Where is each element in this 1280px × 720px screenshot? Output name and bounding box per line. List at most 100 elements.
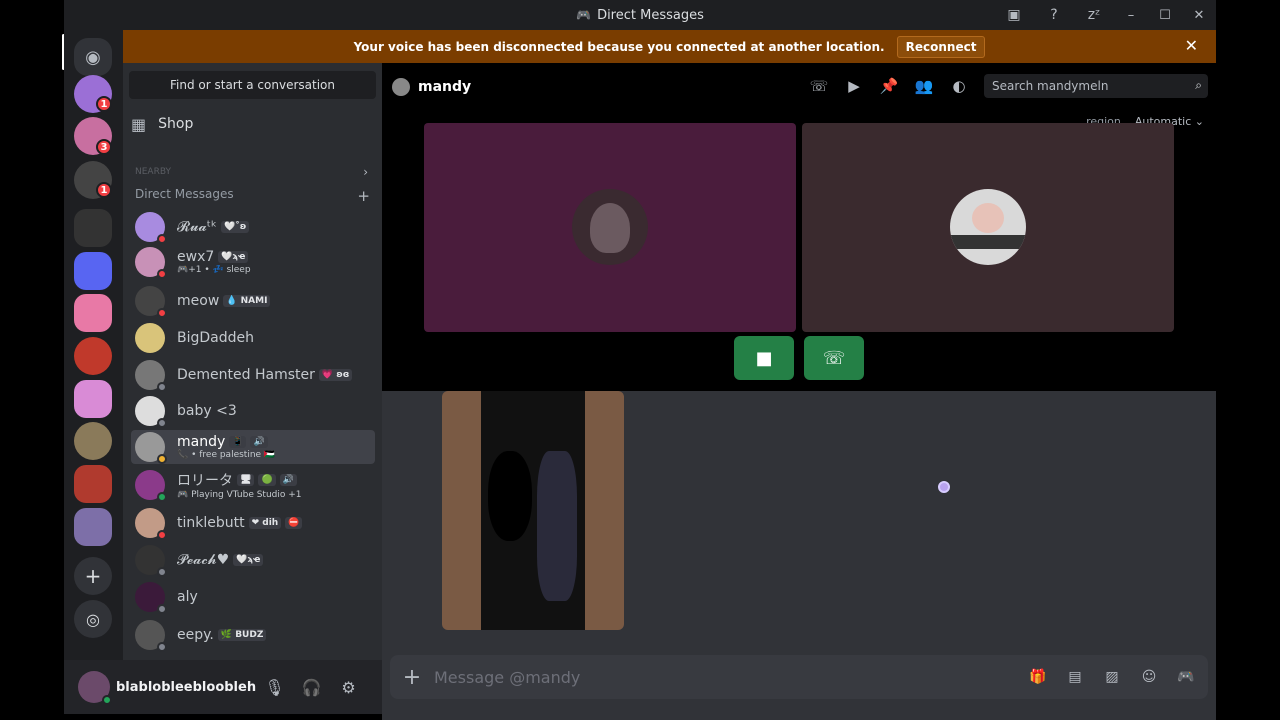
shop-label: Shop [158,116,194,132]
dm-name-text: meow [177,293,220,309]
dm-name: 𝓡𝓾𝓪ᵗᵏ 🤍˚ʚ [177,219,250,235]
gif-icon[interactable]: ▤ [1063,665,1087,689]
pin-icon[interactable]: 📌 [878,75,900,97]
create-dm-icon[interactable]: + [357,187,370,205]
username[interactable]: blablobleeblooblеh... [116,680,256,695]
add-attachment-icon[interactable]: + [390,665,434,690]
inbox-icon[interactable]: ▣ [994,0,1034,30]
sticker-icon[interactable]: ▨ [1100,665,1124,689]
dm-tag: 🟢 [258,474,276,486]
dm-avatar [135,545,167,577]
join-voice-button[interactable]: ☏ [804,336,864,380]
channel-header: mandy ☏ ▶ 📌 👥 ◐ Search mandymeln ⌕ [382,63,1216,111]
user-panel: blablobleeblooblеh... 🎙 🎧 ⚙ [64,660,382,714]
server-icon-6[interactable] [74,294,112,332]
cursor-indicator [938,481,950,493]
dm-name: tinklebutt ❤ dih ⛔ [177,515,303,531]
help-icon[interactable]: ? [1034,0,1074,30]
activity-icon[interactable]: 🎮 [1174,665,1198,689]
dm-item[interactable]: 𝓟𝓮𝓪𝓬𝓱♥ 🤍ϡҽ [131,543,375,577]
home-dm-button[interactable]: ◉ [74,38,112,76]
dm-avatar [135,508,167,540]
dm-name-text: mandy [177,434,226,450]
dm-item[interactable]: tinklebutt ❤ dih ⛔ [131,506,375,540]
mention-badge: 1 [96,96,112,112]
dm-name-text: eepy. [177,627,214,643]
message-input[interactable]: Message @mandy [434,668,580,687]
dm-subtext: 🎮 Playing VTube Studio +1 [177,490,302,500]
dm-item[interactable]: aly [131,580,375,614]
channel-name[interactable]: mandy [418,79,471,95]
discover-icon[interactable]: ◎ [74,600,112,638]
dm-item[interactable]: ewx7 🤍ϡҽ 🎮+1 • 💤 sleep [131,245,375,279]
online-status [102,695,112,705]
dm-item[interactable]: baby <3 [131,394,375,428]
emoji-icon[interactable]: ☺ [1137,665,1161,689]
dm-item[interactable]: 𝓡𝓾𝓪ᵗᵏ 🤍˚ʚ [131,210,375,244]
channel-avatar [392,78,410,96]
reconnect-button[interactable]: Reconnect [896,35,986,58]
profile-icon[interactable]: ◐ [948,75,970,97]
window-title-text: Direct Messages [597,7,704,23]
chevron-right-icon[interactable]: › [363,165,368,179]
call-participant-tile[interactable] [424,123,796,332]
close-button[interactable]: ✕ [1182,0,1216,30]
banner-close-icon[interactable]: ✕ [1185,36,1198,55]
title-bar: 🎮 Direct Messages ▣ ? zᶻ – ☐ ✕ [64,0,1216,30]
mention-badge: 1 [96,182,112,198]
dm-item[interactable]: meow 💧 NAMI [131,284,375,318]
server-icon-7[interactable] [74,337,112,375]
dm-tag: 🤍˚ʚ [220,221,250,233]
dm-sidebar: Find or start a conversation ▦ Shop NEAR… [123,63,382,660]
video-icon[interactable]: ▶ [843,75,865,97]
dm-subtext: 🎮+1 • 💤 sleep [177,265,251,275]
dm-header: Direct Messages + [135,187,370,205]
phone-icon[interactable]: ☏ [808,75,830,97]
status-indicator [157,604,167,614]
screen-edge-right [1216,0,1280,720]
image-attachment[interactable] [442,391,624,630]
server-icon-10[interactable] [74,465,112,503]
maximize-button[interactable]: ☐ [1148,0,1182,30]
add-friend-icon[interactable]: 👥 [913,75,935,97]
dm-name: eepy. 🌿 BUDZ [177,627,267,643]
gift-icon[interactable]: 🎁 [1026,665,1050,689]
participant-avatar [572,189,648,265]
call-participant-tile[interactable] [802,123,1174,332]
dm-tag: ⛔ [285,517,303,529]
message-composer[interactable]: + Message @mandy 🎁 ▤ ▨ ☺ 🎮 [390,655,1208,699]
dm-name: aly [177,589,198,605]
shop-link[interactable]: ▦ Shop [131,111,193,137]
add-server-icon[interactable]: + [74,557,112,595]
dm-item[interactable]: BigDaddeh [131,321,375,355]
headphones-icon[interactable]: 🎧 [293,671,330,703]
server-list: ◉ 1 3 1 + ◎ [64,30,123,660]
dm-item[interactable]: mandy 📱 🔊 📞 • free palestine 🇵🇸 [131,430,375,464]
faded-section-label: NEARBY [135,167,172,177]
server-icon-9[interactable] [74,422,112,460]
status-indicator [157,567,167,577]
server-icon-4[interactable] [74,209,112,247]
status-indicator [157,418,167,428]
join-video-button[interactable]: ■ [734,336,794,380]
user-avatar[interactable] [78,671,112,705]
dm-name-text: BigDaddeh [177,330,254,346]
dm-tag: 🖥 [237,474,255,486]
search-input[interactable]: Search mandymeln ⌕ [984,74,1208,98]
dm-tag: 💗 ʚɞ [318,369,353,381]
dm-item[interactable]: eepy. 🌿 BUDZ [131,618,375,652]
find-conversation-button[interactable]: Find or start a conversation [129,71,376,99]
mic-icon[interactable]: 🎙 [256,671,293,703]
dm-header-label: Direct Messages [135,187,234,201]
dm-avatar [135,360,167,392]
minimize-button[interactable]: – [1114,0,1148,30]
dm-avatar [135,286,167,318]
settings-icon[interactable]: ⚙ [330,671,367,703]
sleep-icon[interactable]: zᶻ [1074,0,1114,30]
dm-name: BigDaddeh [177,330,254,346]
dm-item[interactable]: Demented Hamster 💗 ʚɞ [131,358,375,392]
server-folder[interactable] [74,508,112,546]
server-icon-5[interactable] [74,252,112,290]
dm-item[interactable]: ロリータ 🖥 🟢 🔊 🎮 Playing VTube Studio +1 [131,468,375,502]
server-icon-8[interactable] [74,380,112,418]
